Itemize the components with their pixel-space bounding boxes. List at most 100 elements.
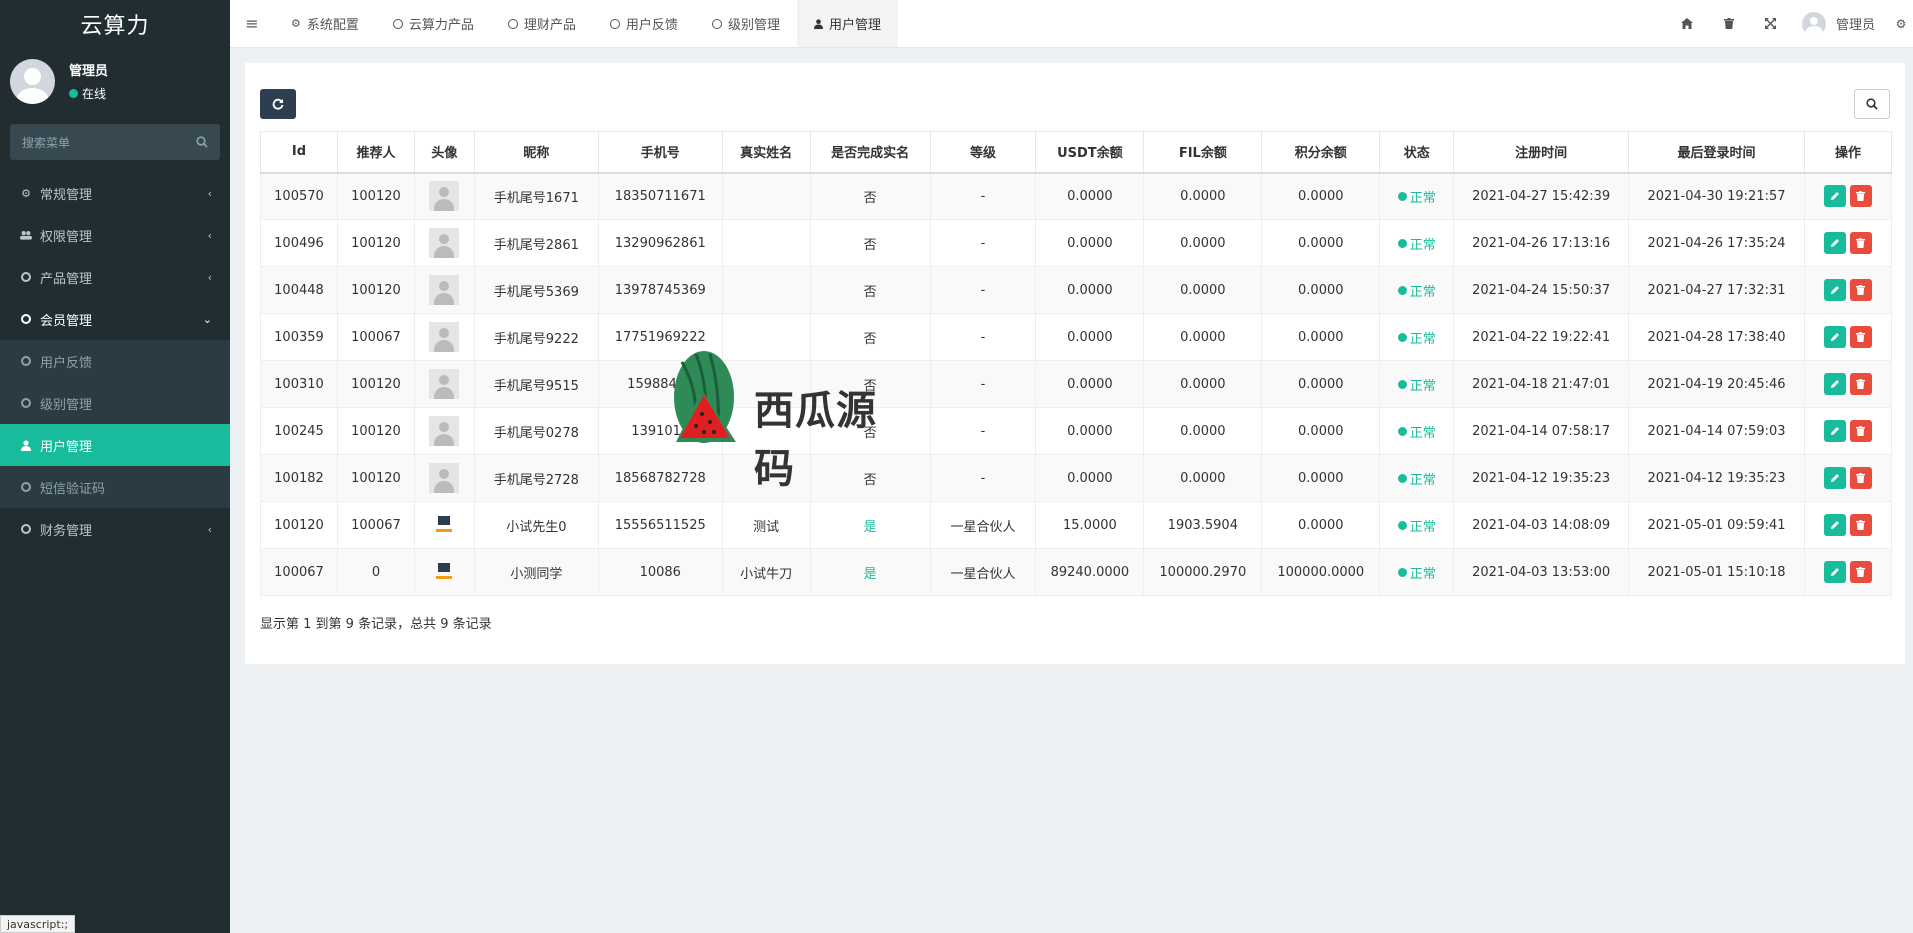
edit-button[interactable]: [1823, 232, 1846, 254]
table-row[interactable]: 100120 100067 小试先生0 15556511525 测试是一星合伙人 15.0…: [260, 501, 1893, 549]
trash-icon: [1856, 520, 1866, 530]
cell-level: -: [929, 360, 1037, 408]
tab-feedback[interactable]: 用户反馈: [593, 0, 695, 47]
delete-button[interactable]: [1849, 185, 1872, 208]
col-verified[interactable]: 是否完成实名: [809, 131, 931, 174]
cell-ref: 100120: [336, 360, 415, 408]
delete-button[interactable]: [1849, 232, 1872, 254]
delete-button[interactable]: [1849, 279, 1872, 301]
col-level[interactable]: 等级: [929, 131, 1037, 174]
table-row[interactable]: 100496 100120 手机尾号2861 13290962861 否 -0.0000 0…: [260, 219, 1893, 267]
home-icon[interactable]: [1666, 18, 1708, 29]
edit-button[interactable]: [1823, 185, 1846, 208]
cell-login: 2021-04-26 17:35:24: [1628, 219, 1805, 267]
tab-label: 级别管理: [727, 18, 780, 33]
sidebar-item-members[interactable]: 会员管理 ⌄: [0, 298, 230, 340]
cell-status: 正常: [1379, 407, 1455, 455]
cell-ref: 100120: [336, 219, 415, 267]
col-status[interactable]: 状态: [1379, 131, 1455, 174]
circle-icon: [711, 18, 722, 29]
edit-button[interactable]: [1823, 279, 1846, 301]
tab-users[interactable]: 用户管理: [796, 0, 898, 47]
table-row[interactable]: 100067 0 小测同学 10086 小试牛刀是一星合伙人 89240.0000 1000…: [260, 548, 1893, 596]
sidebar-item-levels[interactable]: 级别管理: [0, 382, 230, 424]
cell-points: 0.0000: [1261, 501, 1381, 549]
tab-finance-products[interactable]: 理财产品: [491, 0, 593, 47]
sidebar-item-auth[interactable]: 权限管理 ‹: [0, 214, 230, 256]
brand-avatar-icon[interactable]: [433, 514, 455, 536]
table-row[interactable]: 100448 100120 手机尾号5369 13978745369 否 -0.0000 0…: [260, 266, 1893, 314]
sidebar-search-input[interactable]: 搜索菜单: [10, 124, 220, 160]
refresh-button[interactable]: [260, 89, 296, 119]
col-real-name[interactable]: 真实姓名: [721, 131, 811, 174]
sidebar-item-feedback[interactable]: 用户反馈: [0, 340, 230, 382]
table-row[interactable]: 100359 100067 手机尾号9222 17751969222 否 -0.0000 0…: [260, 313, 1893, 361]
table-row[interactable]: 100310 100120 手机尾号9515 15988429 否 -0.0000 0.00…: [260, 360, 1893, 408]
delete-button[interactable]: [1849, 561, 1872, 583]
sidebar-item-general[interactable]: ⚙ 常规管理 ‹: [0, 172, 230, 214]
members-submenu: 用户反馈 级别管理 用户管理 短信验证码: [0, 340, 230, 508]
edit-button[interactable]: [1823, 467, 1846, 489]
cell-status: 正常: [1379, 219, 1455, 267]
status-dot-icon: [1397, 285, 1407, 295]
table-search-button[interactable]: [1854, 89, 1890, 119]
cell-nick: 小试先生0: [473, 501, 599, 549]
default-avatar-icon[interactable]: [429, 322, 460, 352]
edit-button[interactable]: [1823, 373, 1846, 395]
tab-levels[interactable]: 级别管理: [695, 0, 797, 47]
brand-avatar-icon[interactable]: [433, 561, 455, 583]
edit-button[interactable]: [1823, 514, 1846, 536]
brand-logo[interactable]: 云算力: [0, 0, 230, 48]
default-avatar-icon[interactable]: [429, 228, 460, 258]
default-avatar-icon[interactable]: [429, 463, 460, 493]
sidebar-item-users[interactable]: 用户管理: [0, 424, 230, 466]
default-avatar-icon[interactable]: [429, 181, 460, 212]
col-fil[interactable]: FIL余额: [1143, 131, 1263, 174]
table-row[interactable]: 100570 100120 手机尾号1671 18350711671 否 -0.0000 0…: [260, 172, 1893, 220]
cell-level: -: [929, 313, 1037, 361]
cell-nick: 手机尾号0278: [473, 407, 599, 455]
edit-button[interactable]: [1823, 420, 1846, 442]
cell-usdt: 15.0000: [1035, 501, 1145, 549]
edit-button[interactable]: [1823, 326, 1846, 348]
delete-button[interactable]: [1849, 514, 1872, 536]
delete-button[interactable]: [1849, 373, 1872, 395]
col-referrer[interactable]: 推荐人: [336, 131, 415, 174]
sidebar-item-label: 会员管理: [40, 313, 93, 329]
delete-button[interactable]: [1849, 467, 1872, 489]
col-last-login[interactable]: 最后登录时间: [1628, 131, 1805, 174]
tab-cloud-products[interactable]: 云算力产品: [376, 0, 491, 47]
col-avatar[interactable]: 头像: [413, 131, 475, 174]
cell-reg: 2021-04-03 13:53:00: [1453, 548, 1630, 596]
col-points[interactable]: 积分余额: [1261, 131, 1381, 174]
sidebar-item-label: 产品管理: [40, 271, 93, 287]
col-usdt[interactable]: USDT余额: [1035, 131, 1145, 174]
sidebar-item-sms[interactable]: 短信验证码: [0, 466, 230, 508]
default-avatar-icon[interactable]: [429, 275, 460, 305]
delete-button[interactable]: [1849, 326, 1872, 348]
sidebar-item-finance[interactable]: 财务管理 ‹: [0, 508, 230, 550]
col-nickname[interactable]: 昵称: [473, 131, 599, 174]
default-avatar-icon[interactable]: [429, 369, 460, 399]
delete-button[interactable]: [1849, 420, 1872, 442]
col-register-time[interactable]: 注册时间: [1453, 131, 1630, 174]
cell-ref: 100067: [336, 313, 415, 361]
tab-system-config[interactable]: ⚙ 系统配置: [274, 0, 376, 47]
col-phone[interactable]: 手机号: [597, 131, 723, 174]
default-avatar-icon[interactable]: [429, 416, 460, 446]
edit-button[interactable]: [1823, 561, 1846, 583]
cell-login: 2021-04-12 19:35:23: [1628, 454, 1805, 502]
settings-icon[interactable]: ⚙: [1889, 17, 1913, 31]
sidebar-item-products[interactable]: 产品管理 ‹: [0, 256, 230, 298]
fullscreen-icon[interactable]: [1750, 18, 1792, 29]
table-row[interactable]: 100182 100120 手机尾号2728 18568782728 否 -0.0000 0…: [260, 454, 1893, 502]
trash-icon[interactable]: [1708, 18, 1750, 29]
menu-toggle-icon[interactable]: ≡: [230, 0, 274, 47]
cell-verified: 否: [809, 219, 931, 267]
table-row[interactable]: 100245 100120 手机尾号0278 1391014 否 -0.0000 0.000…: [260, 407, 1893, 455]
user-menu[interactable]: 管理员: [1792, 11, 1889, 36]
col-id[interactable]: Id: [260, 131, 338, 174]
status-label: 正常: [1409, 566, 1436, 582]
search-icon[interactable]: [196, 136, 208, 148]
cell-avatar: [413, 219, 475, 267]
